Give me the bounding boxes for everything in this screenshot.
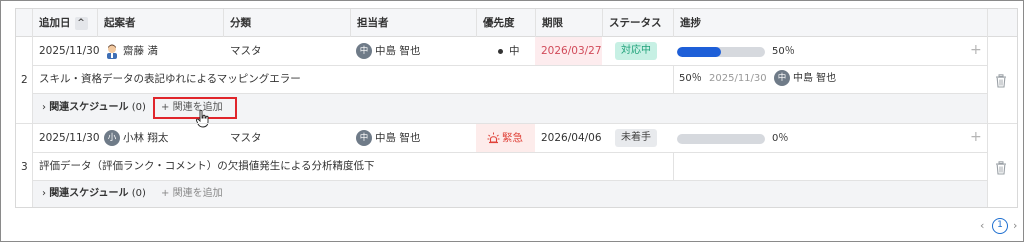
status-badge: 対応中 (615, 42, 657, 60)
add-plus-icon: + (161, 102, 170, 113)
assignee-name: 中島 智也 (375, 45, 421, 57)
table-header: 追加日 ^ 起案者 分類 担当者 優先度 期限 ステータス 進捗 (16, 9, 1017, 37)
creator-name: 小林 翔太 (123, 132, 169, 144)
add-plus-icon: + (161, 188, 170, 199)
header-actions (987, 9, 1017, 37)
row-category: マスタ (230, 132, 262, 144)
related-schedule-toggle[interactable]: › 関連スケジュール (0) (42, 188, 146, 200)
header-creator[interactable]: 起案者 (97, 9, 223, 37)
task-table: 追加日 ^ 起案者 分類 担当者 優先度 期限 ステータス 進捗 2025/11/… (15, 8, 1018, 208)
progress-bar (677, 47, 765, 57)
status-badge: 未着手 (615, 129, 657, 147)
add-progress-icon[interactable]: + (970, 43, 982, 57)
window-frame: 追加日 ^ 起案者 分類 担当者 優先度 期限 ステータス 進捗 2025/11/… (0, 0, 1024, 242)
related-schedule-toggle[interactable]: › 関連スケジュール (0) (42, 102, 146, 114)
header-category[interactable]: 分類 (223, 9, 350, 37)
add-progress-icon[interactable]: + (970, 130, 982, 144)
header-status[interactable]: ステータス (602, 9, 673, 37)
chevron-right-icon: › (42, 188, 46, 199)
prev-page-icon[interactable]: ‹ (980, 220, 984, 232)
progress-fill (677, 47, 721, 57)
add-related-button[interactable]: + 関連を追加 (161, 102, 223, 114)
row-description: 評価データ（評価ランク・コメント）の欠損値発生による分析精度低下 (39, 160, 375, 172)
row-priority: 緊急 (487, 124, 523, 152)
page-1-button[interactable]: 1 (992, 218, 1008, 234)
row-creator[interactable]: 齋藤 満 (104, 37, 158, 65)
creator-avatar: 小 (104, 130, 120, 146)
add-related-label: 関連を追加 (172, 188, 223, 199)
priority-label: 緊急 (502, 132, 523, 144)
row-date-added: 2025/11/30 (39, 132, 100, 144)
related-schedule-count: (0) (131, 188, 146, 199)
chevron-right-icon: › (42, 102, 46, 113)
header-assignee[interactable]: 担当者 (350, 9, 476, 37)
latest-progress-date: 2025/11/30 (709, 73, 767, 84)
row-number: 2 (21, 74, 28, 86)
latest-progress-percent: 50％ (679, 73, 702, 84)
row-creator[interactable]: 小小林 翔太 (104, 124, 168, 152)
row-category: マスタ (230, 45, 262, 57)
header-priority[interactable]: 優先度 (476, 9, 535, 37)
sort-asc-icon[interactable]: ^ (74, 16, 88, 30)
related-schedule-label: 関連スケジュール (49, 102, 129, 113)
description-divider (673, 65, 674, 93)
progress-bar (677, 134, 765, 144)
creator-name: 齋藤 満 (123, 45, 158, 57)
trash-icon[interactable] (995, 161, 1007, 175)
actions-divider (987, 37, 988, 207)
related-schedule-count: (0) (131, 102, 146, 113)
row-status[interactable]: 未着手 (615, 124, 657, 152)
assignee-name: 中島 智也 (375, 132, 421, 144)
row-status[interactable]: 対応中 (615, 37, 657, 65)
progress-text: 50％ (772, 46, 795, 57)
description-divider (673, 152, 674, 180)
add-related-button[interactable]: + 関連を追加 (161, 188, 223, 200)
header-date-added[interactable]: 追加日 ^ (32, 9, 103, 37)
header-deadline[interactable]: 期限 (535, 9, 602, 37)
row-description: スキル・資格データの表記ゆれによるマッピングエラー (39, 73, 301, 85)
trash-icon[interactable] (995, 74, 1007, 88)
header-date-added-label: 追加日 (39, 17, 71, 29)
hand-cursor-icon (196, 110, 209, 128)
latest-progress-assignee[interactable]: 中中島 智也 (774, 65, 836, 93)
row-deadline: 2026/03/27 (541, 45, 602, 57)
assignee-avatar: 中 (356, 43, 372, 59)
person-avatar-icon (107, 44, 117, 59)
next-page-icon[interactable]: › (1013, 220, 1017, 232)
row-number: 3 (21, 161, 28, 173)
urgent-siren-icon (487, 132, 500, 143)
row-date-added: 2025/11/30 (39, 45, 100, 57)
priority-label: 中 (509, 45, 520, 57)
row-priority: 中 (498, 37, 520, 65)
priority-dot-icon (498, 48, 503, 54)
assignee-avatar: 中 (356, 130, 372, 146)
row-assignee[interactable]: 中中島 智也 (356, 37, 420, 65)
latest-assignee-avatar: 中 (774, 70, 790, 86)
latest-assignee-name: 中島 智也 (793, 73, 837, 84)
row-assignee[interactable]: 中中島 智也 (356, 124, 420, 152)
progress-text: 0％ (772, 133, 789, 144)
related-schedule-label: 関連スケジュール (49, 188, 129, 199)
header-progress[interactable]: 進捗 (673, 9, 987, 37)
row-deadline: 2026/04/06 (541, 132, 602, 144)
